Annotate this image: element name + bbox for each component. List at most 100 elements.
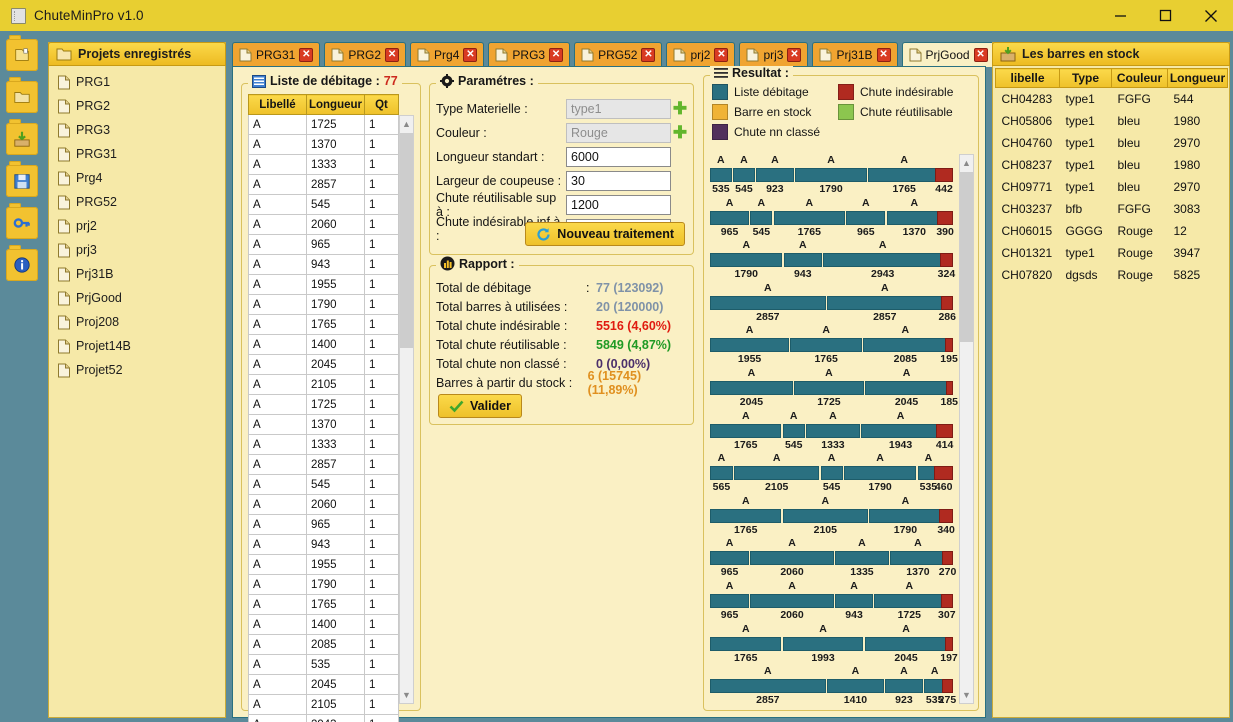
table-row[interactable]: CH03237 bfb FGFG 3083 xyxy=(996,198,1228,220)
maximize-button[interactable] xyxy=(1143,0,1188,31)
table-row[interactable]: A 2857 1 xyxy=(248,454,399,475)
table-row[interactable]: CH08237 type1 bleu 1980 xyxy=(996,154,1228,176)
project-item-5[interactable]: PRG52 xyxy=(49,190,225,214)
rail-button-save[interactable] xyxy=(6,161,38,197)
table-row[interactable]: A 545 1 xyxy=(248,474,399,495)
table-row[interactable]: A 2060 1 xyxy=(248,494,399,515)
table-row[interactable]: CH04283 type1 FGFG 544 xyxy=(996,88,1228,110)
table-row[interactable]: A 1725 1 xyxy=(248,394,399,415)
scroll-up-icon[interactable]: ▲ xyxy=(960,155,973,171)
tab-Prj31B[interactable]: Prj31B ✕ xyxy=(812,42,898,67)
tab-close-icon[interactable]: ✕ xyxy=(973,48,988,62)
cut-item-label: A xyxy=(725,537,734,550)
table-row[interactable]: CH05806 type1 bleu 1980 xyxy=(996,110,1228,132)
table-row[interactable]: A 1333 1 xyxy=(248,434,399,455)
table-row[interactable]: CH07820 dgsds Rouge 5825 xyxy=(996,264,1228,286)
table-row[interactable]: A 1790 1 xyxy=(248,574,399,595)
project-item-9[interactable]: PrjGood xyxy=(49,286,225,310)
scroll-down-icon[interactable]: ▼ xyxy=(960,687,973,703)
table-row[interactable]: A 1955 1 xyxy=(248,274,399,295)
project-item-11[interactable]: Projet14B xyxy=(49,334,225,358)
project-item-2[interactable]: PRG3 xyxy=(49,118,225,142)
scroll-up-icon[interactable]: ▲ xyxy=(400,116,413,132)
table-row[interactable]: A 2857 1 xyxy=(248,174,399,195)
param-input-2[interactable]: 6000 xyxy=(566,146,671,167)
table-row[interactable]: A29431 xyxy=(248,714,399,722)
table-row[interactable]: A 2060 1 xyxy=(248,214,399,235)
project-item-3[interactable]: PRG31 xyxy=(49,142,225,166)
valider-button[interactable]: Valider xyxy=(438,394,522,418)
table-row[interactable]: A 2045 1 xyxy=(248,354,399,375)
table-row[interactable]: A 965 1 xyxy=(248,234,399,255)
close-button[interactable] xyxy=(1188,0,1233,31)
table-row[interactable]: A 1765 1 xyxy=(248,314,399,335)
tab-close-icon[interactable]: ✕ xyxy=(714,48,729,62)
cell-qt: 1 xyxy=(364,534,399,555)
table-row[interactable]: CH01321 type1 Rouge 3947 xyxy=(996,242,1228,264)
tab-close-icon[interactable]: ✕ xyxy=(549,48,564,62)
table-row[interactable]: A 943 1 xyxy=(248,534,399,555)
table-row[interactable]: A 1370 1 xyxy=(248,414,399,435)
cut-item-label: A xyxy=(851,665,860,678)
project-item-0[interactable]: PRG1 xyxy=(49,70,225,94)
table-row[interactable]: A 1400 1 xyxy=(248,614,399,635)
tab-Prg4[interactable]: Prg4 ✕ xyxy=(410,42,485,67)
table-row[interactable]: A 1725 1 xyxy=(248,114,399,135)
tab-PRG52[interactable]: PRG52 ✕ xyxy=(574,42,663,67)
table-row[interactable]: A 1955 1 xyxy=(248,554,399,575)
add-icon[interactable]: ✚ xyxy=(671,124,689,141)
project-item-12[interactable]: Projet52 xyxy=(49,358,225,382)
add-icon[interactable]: ✚ xyxy=(671,100,689,117)
param-input-3[interactable]: 30 xyxy=(566,170,671,191)
table-row[interactable]: CH06015 GGGG Rouge 12 xyxy=(996,220,1228,242)
resultat-scrollbar[interactable]: ▲ ▼ xyxy=(959,154,974,704)
scrollbar-thumb[interactable] xyxy=(960,172,973,342)
table-row[interactable]: A 1790 1 xyxy=(248,294,399,315)
tab-PRG3[interactable]: PRG3 ✕ xyxy=(488,42,571,67)
tab-close-icon[interactable]: ✕ xyxy=(299,48,314,62)
rail-button-import[interactable] xyxy=(6,119,38,155)
debitage-scrollbar[interactable]: ▲ ▼ xyxy=(399,115,414,704)
table-row[interactable]: A 1333 1 xyxy=(248,154,399,175)
tab-close-icon[interactable]: ✕ xyxy=(641,48,656,62)
table-row[interactable]: CH04760 type1 bleu 2970 xyxy=(996,132,1228,154)
rail-button-open[interactable] xyxy=(6,77,38,113)
table-row[interactable]: A 943 1 xyxy=(248,254,399,275)
rail-button-info[interactable] xyxy=(6,245,38,281)
nouveau-traitement-button[interactable]: Nouveau traitement xyxy=(525,222,685,246)
project-item-6[interactable]: prj2 xyxy=(49,214,225,238)
rapport-legend: Rapport : xyxy=(436,256,519,271)
table-row[interactable]: CH09771 type1 bleu 2970 xyxy=(996,176,1228,198)
table-row[interactable]: A 535 1 xyxy=(248,654,399,675)
project-item-8[interactable]: Prj31B xyxy=(49,262,225,286)
tab-prj3[interactable]: prj3 ✕ xyxy=(739,42,809,67)
param-input-4[interactable]: 1200 xyxy=(566,194,671,215)
tab-close-icon[interactable]: ✕ xyxy=(876,48,891,62)
table-row[interactable]: A 965 1 xyxy=(248,514,399,535)
tab-close-icon[interactable]: ✕ xyxy=(463,48,478,62)
table-row[interactable]: A 1400 1 xyxy=(248,334,399,355)
rail-button-licence[interactable] xyxy=(6,203,38,239)
table-row[interactable]: A 545 1 xyxy=(248,194,399,215)
rail-button-new-project[interactable] xyxy=(6,35,38,71)
tab-prj2[interactable]: prj2 ✕ xyxy=(666,42,736,67)
table-row[interactable]: A 2045 1 xyxy=(248,674,399,695)
cell-qt: 1 xyxy=(364,294,399,315)
project-item-7[interactable]: prj3 xyxy=(49,238,225,262)
minimize-button[interactable] xyxy=(1098,0,1143,31)
table-row[interactable]: A 1765 1 xyxy=(248,594,399,615)
table-row[interactable]: A 1370 1 xyxy=(248,134,399,155)
project-item-4[interactable]: Prg4 xyxy=(49,166,225,190)
tab-PrjGood[interactable]: PrjGood ✕ xyxy=(901,42,995,67)
project-item-1[interactable]: PRG2 xyxy=(49,94,225,118)
tab-PRG31[interactable]: PRG31 ✕ xyxy=(232,42,321,67)
scrollbar-thumb[interactable] xyxy=(400,133,413,348)
scroll-down-icon[interactable]: ▼ xyxy=(400,687,413,703)
project-item-10[interactable]: Proj208 xyxy=(49,310,225,334)
tab-close-icon[interactable]: ✕ xyxy=(787,48,802,62)
tab-PRG2[interactable]: PRG2 ✕ xyxy=(324,42,407,67)
table-row[interactable]: A 2085 1 xyxy=(248,634,399,655)
table-row[interactable]: A 2105 1 xyxy=(248,374,399,395)
tab-close-icon[interactable]: ✕ xyxy=(385,48,400,62)
table-row[interactable]: A 2105 1 xyxy=(248,694,399,715)
